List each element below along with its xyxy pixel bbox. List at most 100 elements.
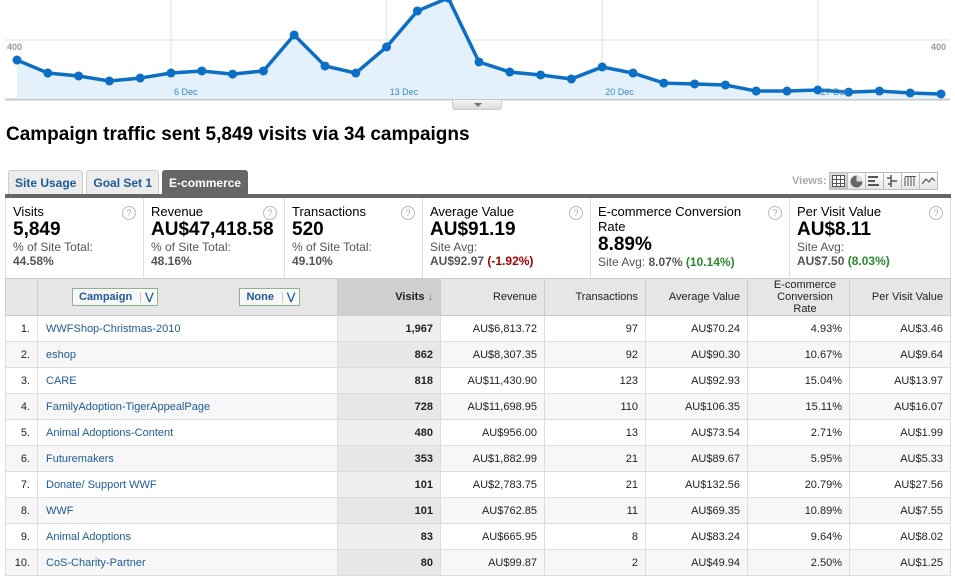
metric-title: Visits xyxy=(13,204,44,219)
campaign-link[interactable]: WWF xyxy=(37,497,338,524)
metric-sub-value: 8.07% xyxy=(648,255,683,269)
data-point xyxy=(505,67,515,77)
help-icon[interactable]: ? xyxy=(401,206,415,220)
campaign-link[interactable]: Animal Adoptions-Content xyxy=(37,419,338,446)
cell-average-value: AU$106.35 xyxy=(645,393,748,420)
help-icon[interactable]: ? xyxy=(569,206,583,220)
campaign-link[interactable]: WWFShop-Christmas-2010 xyxy=(37,315,338,342)
data-point xyxy=(936,89,946,99)
table-row: 9. Animal Adoptions 83 AU$665.95 8 AU$83.24 9.… xyxy=(5,523,951,550)
help-icon[interactable]: ? xyxy=(768,206,782,220)
tab-site-usage[interactable]: Site Usage xyxy=(8,170,84,194)
metric-title: Average Value xyxy=(430,204,515,219)
cell-transactions: 8 xyxy=(544,523,646,550)
pivot-view-button[interactable] xyxy=(900,172,920,190)
campaign-link[interactable]: Donate/ Support WWF xyxy=(37,471,338,498)
data-point xyxy=(12,55,22,65)
column-header-average-value[interactable]: Average Value xyxy=(645,278,748,316)
data-point xyxy=(74,71,84,81)
cell-visits: 818 xyxy=(337,367,441,394)
column-header-transactions[interactable]: Transactions xyxy=(544,278,646,316)
x-axis-tick-label: 13 Dec xyxy=(390,87,419,97)
cell-transactions: 110 xyxy=(544,393,646,420)
cell-conversion-rate: 15.11% xyxy=(747,393,850,420)
metric-sub-value: 48.16% xyxy=(151,254,192,268)
cell-visits: 480 xyxy=(337,419,441,446)
cell-visits: 83 xyxy=(337,523,441,550)
cell-average-value: AU$132.56 xyxy=(645,471,748,498)
cell-visits: 1,967 xyxy=(337,315,441,342)
cell-per-visit-value: AU$1.99 xyxy=(849,419,951,446)
secondary-dimension-select[interactable]: None ⋁ xyxy=(239,288,301,306)
metrics-scorecard: Visits ? 5,849 % of Site Total: 44.58% R… xyxy=(5,198,951,278)
metric-average-value: Average Value ? AU$91.19 Site Avg: AU$92… xyxy=(423,198,591,278)
pivot-view-icon xyxy=(904,176,916,186)
metric-revenue: Revenue ? AU$47,418.58 % of Site Total: … xyxy=(144,198,285,278)
data-point xyxy=(197,66,207,76)
cell-transactions: 97 xyxy=(544,315,646,342)
column-header-per-visit-value[interactable]: Per Visit Value xyxy=(849,278,951,316)
sparkline-view-icon xyxy=(921,177,935,185)
cell-conversion-rate: 15.04% xyxy=(747,367,850,394)
help-icon[interactable]: ? xyxy=(929,206,943,220)
help-icon[interactable]: ? xyxy=(122,206,136,220)
campaign-link[interactable]: Futuremakers xyxy=(37,445,338,472)
cell-average-value: AU$89.67 xyxy=(645,445,748,472)
tab-goal-set-1[interactable]: Goal Set 1 xyxy=(86,170,160,194)
data-point xyxy=(351,68,361,78)
metric-per-visit-value: Per Visit Value ? AU$8.11 Site Avg: AU$7… xyxy=(790,198,950,278)
cell-revenue: AU$8,307.35 xyxy=(440,341,545,368)
campaign-link[interactable]: Animal Adoptions xyxy=(37,523,338,550)
cell-transactions: 11 xyxy=(544,497,646,524)
metric-title: Per Visit Value xyxy=(797,204,882,219)
column-header-visits[interactable]: Visits ↓ xyxy=(337,278,441,316)
metric-sub-value: AU$7.50 xyxy=(797,254,845,268)
campaign-link[interactable]: CARE xyxy=(37,367,338,394)
metric-value: AU$8.11 xyxy=(797,219,871,240)
tab-ecommerce[interactable]: E-commerce xyxy=(162,170,249,194)
metric-sub-label: % of Site Total: xyxy=(292,240,372,254)
data-point xyxy=(566,74,576,84)
data-point xyxy=(751,86,761,96)
sparkline-view-button[interactable] xyxy=(918,172,938,190)
metric-value: 8.89% xyxy=(598,234,652,255)
index-header xyxy=(5,278,38,316)
campaign-link[interactable]: eshop xyxy=(37,341,338,368)
metric-transactions: Transactions ? 520 % of Site Total: 49.1… xyxy=(285,198,423,278)
cell-visits: 101 xyxy=(337,471,441,498)
cell-revenue: AU$6,813.72 xyxy=(440,315,545,342)
data-point xyxy=(905,88,915,98)
column-header-revenue[interactable]: Revenue xyxy=(440,278,545,316)
data-point xyxy=(659,78,669,88)
pie-view-button[interactable] xyxy=(846,172,866,190)
cell-transactions: 21 xyxy=(544,445,646,472)
help-icon[interactable]: ? xyxy=(263,206,277,220)
data-point xyxy=(536,70,546,80)
data-point xyxy=(43,68,53,78)
row-index: 9. xyxy=(5,523,38,550)
campaign-link[interactable]: FamilyAdoption-TigerAppealPage xyxy=(37,393,338,420)
cell-conversion-rate: 5.95% xyxy=(747,445,850,472)
table-row: 3. CARE 818 AU$11,430.90 123 AU$92.93 15.04% AU… xyxy=(5,367,951,394)
cell-per-visit-value: AU$5.33 xyxy=(849,445,951,472)
metric-value: 5,849 xyxy=(13,219,61,240)
table-header-row: Campaign ⋁ None ⋁ Visits ↓ Revenue Transac… xyxy=(5,278,951,316)
metric-sub-value: 49.10% xyxy=(292,254,333,268)
chart-area-fill xyxy=(17,0,941,99)
cell-visits: 101 xyxy=(337,497,441,524)
table-view-button[interactable] xyxy=(828,172,848,190)
data-point xyxy=(782,86,792,96)
metric-value: AU$47,418.58 xyxy=(151,219,274,240)
chart-collapse-handle[interactable] xyxy=(452,100,502,110)
comparison-view-button[interactable] xyxy=(882,172,902,190)
data-point xyxy=(874,86,884,96)
data-point xyxy=(228,69,238,79)
primary-dimension-select[interactable]: Campaign ⋁ xyxy=(72,288,159,306)
column-header-conversion-rate[interactable]: E-commerce Conversion Rate xyxy=(747,278,850,316)
bar-view-button[interactable] xyxy=(864,172,884,190)
table-view-icon xyxy=(831,175,845,187)
cell-transactions: 123 xyxy=(544,367,646,394)
view-switcher: Views: xyxy=(792,172,938,190)
cell-per-visit-value: AU$3.46 xyxy=(849,315,951,342)
cell-average-value: AU$83.24 xyxy=(645,523,748,550)
